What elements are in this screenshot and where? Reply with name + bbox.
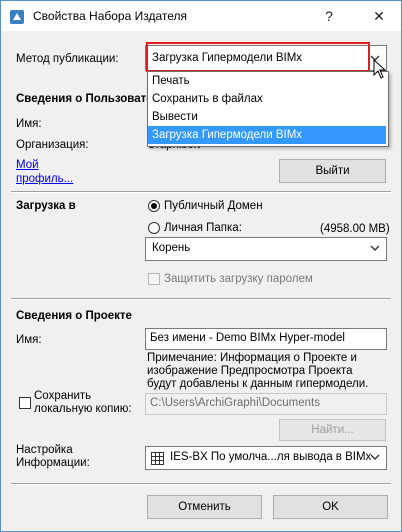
local-path-input[interactable]: C:\Users\ArchiGraphi\Documents [145,393,387,415]
public-domain-label: Публичный Домен [164,200,263,212]
separator [11,298,391,300]
organization-label: Организация: [16,139,89,151]
my-profile-link-line2[interactable]: профиль... [16,173,73,185]
dropdown-item-plot[interactable]: Вывести [148,108,386,126]
folder-value: Корень [152,242,191,254]
private-folder-radio[interactable] [148,222,160,234]
private-folder-size: (4958.00 MB) [320,223,390,235]
project-name-label: Имя: [16,334,42,346]
separator [11,483,391,485]
password-label: Защитить загрузку паролем [164,273,313,285]
window-title: Свойства Набора Издателя [33,9,188,23]
dropdown-item-print[interactable]: Печать [148,72,386,90]
ok-button[interactable]: OK [273,495,388,519]
upload-to-label: Загрузка в [16,200,76,212]
logout-button[interactable]: Выйти [279,159,386,183]
separator [11,191,391,193]
publish-method-label: Метод публикации: [16,53,119,65]
browse-button[interactable]: Найти... [279,419,386,441]
private-folder-label: Личная Папка: [164,222,242,234]
chevron-down-icon [370,454,380,460]
highlight-frame [146,42,370,72]
project-name-input[interactable]: Без имени - Demo BIMx Hyper-model [145,328,387,350]
save-local-copy-label-line2: локальную копию: [34,403,132,415]
project-note-line2: изображение Предпросмотра Проекта [147,365,353,377]
public-domain-radio[interactable] [148,200,160,212]
dropdown-item-bimx-upload[interactable]: Загрузка Гипермодели BIMx [148,126,386,144]
folder-combo[interactable]: Корень [145,237,387,261]
app-icon [10,10,24,24]
user-info-heading: Сведения о Пользовате [16,93,153,105]
publish-method-dropdown-list: Печать Сохранить в файлах Вывести Загруз… [147,71,389,147]
settings-label-line2: Информации: [16,457,90,469]
project-note-line3: будут добавлены к данным гипермодели. [147,378,369,390]
publisher-properties-dialog: Свойства Набора Издателя ? ✕ Метод публи… [0,0,402,532]
save-local-copy-checkbox[interactable] [19,397,31,409]
settings-value: IES-BX По умолча...ля вывода в BIMx [170,451,372,463]
my-profile-link[interactable]: Мой [16,159,39,171]
password-checkbox[interactable] [148,273,160,285]
cancel-button[interactable]: Отменить [147,495,262,519]
help-button[interactable]: ? [317,5,341,27]
save-local-copy-label: Сохранить [34,390,92,402]
table-icon [151,452,164,465]
chevron-down-icon [370,245,380,251]
project-info-heading: Сведения о Проекте [16,310,132,322]
user-name-label: Имя: [16,118,42,130]
settings-combo[interactable]: IES-BX По умолча...ля вывода в BIMx [145,446,387,470]
close-button[interactable]: ✕ [367,5,391,27]
mouse-cursor-icon [373,59,387,79]
dropdown-item-save-files[interactable]: Сохранить в файлах [148,90,386,108]
settings-label: Настройка [16,444,73,456]
title-bar: Свойства Набора Издателя ? ✕ [1,1,401,31]
project-note-line1: Примечание: Информация о Проекте и [147,352,357,364]
